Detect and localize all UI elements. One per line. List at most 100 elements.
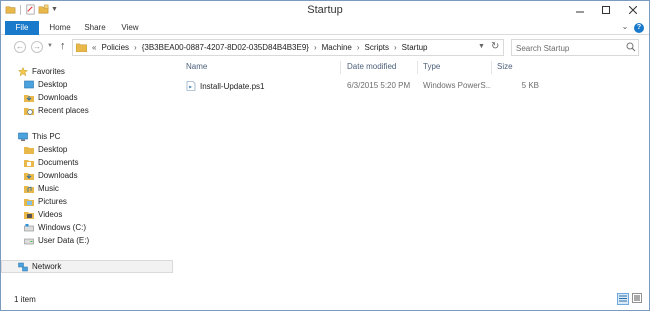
column-header-date-modified[interactable]: Date modified — [347, 62, 396, 74]
nav-favorites[interactable]: Favorites — [1, 65, 173, 78]
tab-file[interactable]: File — [5, 21, 39, 35]
nav-label: This PC — [32, 132, 61, 141]
network-icon — [18, 262, 28, 271]
title-bar: ▼ Startup — [1, 1, 649, 21]
minimize-icon — [576, 11, 584, 13]
window-title: Startup — [307, 4, 343, 16]
documents-icon — [24, 159, 34, 167]
nav-label: Network — [32, 262, 62, 271]
nav-pc-music[interactable]: Music — [1, 182, 173, 195]
nav-favorites-recent-places[interactable]: Recent places — [1, 104, 173, 117]
windows-drive-icon — [24, 223, 34, 231]
nav-label: Documents — [38, 158, 79, 167]
file-size: 5 KB — [521, 81, 539, 90]
folder-icon — [24, 146, 34, 154]
nav-favorites-downloads[interactable]: Downloads — [1, 91, 173, 104]
column-divider[interactable] — [417, 61, 418, 74]
status-bar: 1 item — [1, 289, 649, 310]
breadcrumb-separator[interactable]: › — [394, 43, 397, 52]
address-history-icon[interactable]: ▼ — [478, 43, 485, 50]
maximize-button[interactable] — [593, 1, 619, 19]
navigation-bar: ← → ▼ ↑ « Policies › {3B3BEA00-0887-4207… — [1, 35, 649, 59]
downloads-icon — [24, 94, 34, 102]
nav-pc-downloads[interactable]: Downloads — [1, 169, 173, 182]
pictures-icon — [24, 198, 34, 206]
close-button[interactable] — [619, 1, 647, 19]
nav-label: Videos — [38, 210, 63, 219]
large-icons-view-button[interactable] — [632, 293, 644, 305]
search-box[interactable] — [511, 39, 639, 56]
nav-pc-user-data-drive[interactable]: User Data (E:) — [1, 234, 173, 247]
breadcrumb-overflow-icon[interactable]: « — [92, 43, 96, 52]
breadcrumb-machine[interactable]: Machine — [322, 43, 352, 52]
column-header-type[interactable]: Type — [423, 62, 440, 74]
details-view-button[interactable] — [617, 293, 629, 305]
column-divider[interactable] — [491, 61, 492, 74]
breadcrumb-guid[interactable]: {3B3BEA00-0887-4207-8D02-035D84B4B3E9} — [142, 43, 309, 52]
file-type: Windows PowerS... — [423, 81, 491, 90]
minimize-button[interactable] — [567, 1, 593, 19]
recent-locations-icon[interactable]: ▼ — [47, 43, 53, 49]
explorer-window: ▼ Startup File Home Share View ⌄ ? ← → ▼… — [0, 0, 650, 311]
recent-places-icon — [24, 107, 34, 115]
tab-view[interactable]: View — [114, 21, 146, 35]
large-icons-view-icon — [632, 293, 642, 303]
nav-favorites-desktop[interactable]: Desktop — [1, 78, 173, 91]
column-header-name[interactable]: Name — [186, 62, 207, 74]
refresh-icon[interactable]: ↻ — [491, 41, 499, 52]
breadcrumb-separator[interactable]: › — [134, 43, 137, 52]
computer-icon — [18, 132, 28, 141]
close-icon — [629, 6, 637, 14]
nav-label: Music — [38, 184, 59, 193]
powershell-script-icon — [186, 81, 196, 91]
search-icon[interactable] — [626, 42, 636, 52]
nav-label: Pictures — [38, 197, 67, 206]
nav-pc-desktop[interactable]: Desktop — [1, 143, 173, 156]
expand-ribbon-icon[interactable]: ⌄ — [619, 22, 631, 34]
nav-label: Downloads — [38, 93, 78, 102]
nav-network[interactable]: Network — [1, 260, 173, 273]
nav-label: Favorites — [32, 67, 65, 76]
ribbon-tabs: File Home Share View ⌄ ? — [1, 21, 649, 35]
navigation-pane: Favorites Desktop Downloads Recent place… — [1, 59, 173, 289]
nav-label: Windows (C:) — [38, 223, 87, 232]
back-button[interactable]: ← — [14, 41, 26, 53]
nav-label: User Data (E:) — [38, 236, 90, 245]
item-count: 1 item — [14, 295, 36, 304]
nav-label: Desktop — [38, 80, 68, 89]
breadcrumb-startup[interactable]: Startup — [402, 43, 428, 52]
desktop-icon — [24, 80, 34, 88]
breadcrumb-separator[interactable]: › — [314, 43, 317, 52]
drive-icon — [24, 238, 34, 244]
star-icon — [18, 66, 28, 76]
file-name-cell: Install-Update.ps1 — [186, 81, 264, 91]
nav-pc-videos[interactable]: Videos — [1, 208, 173, 221]
file-name: Install-Update.ps1 — [200, 81, 265, 91]
search-input[interactable] — [516, 42, 616, 54]
nav-label: Downloads — [38, 171, 78, 180]
column-divider[interactable] — [340, 61, 341, 74]
downloads-icon — [24, 172, 34, 180]
up-button[interactable]: ↑ — [60, 40, 66, 52]
help-icon[interactable]: ? — [634, 23, 644, 33]
column-header-size[interactable]: Size — [497, 62, 513, 74]
music-icon — [24, 185, 34, 193]
videos-icon — [24, 211, 34, 219]
nav-pc-pictures[interactable]: Pictures — [1, 195, 173, 208]
forward-button[interactable]: → — [31, 41, 43, 53]
nav-pc-windows-drive[interactable]: Windows (C:) — [1, 221, 173, 234]
maximize-icon — [602, 6, 610, 14]
breadcrumb-scripts[interactable]: Scripts — [365, 43, 389, 52]
tab-share[interactable]: Share — [79, 21, 111, 35]
tab-home[interactable]: Home — [44, 21, 76, 35]
address-bar[interactable]: « Policies › {3B3BEA00-0887-4207-8D02-03… — [72, 39, 504, 56]
nav-pc-documents[interactable]: Documents — [1, 156, 173, 169]
breadcrumb-policies[interactable]: Policies — [101, 43, 129, 52]
folder-icon — [76, 43, 87, 52]
nav-this-pc[interactable]: This PC — [1, 130, 173, 143]
breadcrumb-separator[interactable]: › — [357, 43, 360, 52]
file-row[interactable]: Install-Update.ps1 6/3/2015 5:20 PM Wind… — [181, 79, 541, 92]
file-date-modified: 6/3/2015 5:20 PM — [347, 81, 411, 90]
nav-label: Recent places — [38, 106, 89, 115]
details-view-icon — [619, 295, 627, 302]
